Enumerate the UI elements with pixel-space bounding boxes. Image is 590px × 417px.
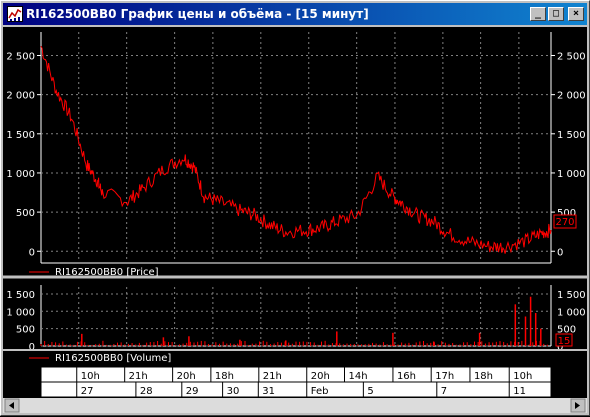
time-day-label: 11 [513,386,526,397]
time-hour-label: 20h [311,371,330,382]
time-day-label: 27 [81,386,94,397]
price-tick-label-left: 1 500 [6,130,35,141]
minimize-button[interactable]: _ [530,7,546,21]
chart-svg: 2 5002 0001 5001 0005000 2 5002 0001 500… [3,27,587,413]
volume-bars [40,296,548,346]
time-day-label: 31 [262,386,275,397]
time-hour-label: 18h [474,371,493,382]
time-day-label: 5 [367,386,373,397]
price-last-badge: 270 [553,214,577,229]
volume-tick-label-right: 1 000 [557,307,586,318]
time-day-label: 7 [441,386,447,397]
price-panel-bg [3,27,587,277]
price-tick-label-left: 0 [29,247,35,258]
time-hour-label: 17h [435,371,454,382]
price-tick-label-left: 1 000 [6,169,35,180]
price-tick-label-right: 0 [557,247,563,258]
time-hour-label: 16h [397,371,416,382]
price-legend-label: RI162500BB0 [Price] [55,267,159,278]
price-last-value: 270 [555,217,574,228]
time-day-label: 28 [140,386,153,397]
volume-tick-label-left: 1 000 [6,307,35,318]
volume-yticks-left: 1 500 1 000 500 0 [6,290,35,353]
volume-tick-label-left: 500 [16,325,35,336]
time-hour-label: 14h [348,371,367,382]
time-day-label: Feb [311,386,329,397]
chart-area: 2 500 2 000 1 500 1 000 500 0 2 500 2 000 1 500… [3,27,587,413]
time-hour-label: 21h [129,371,148,382]
time-day-label: 29 [186,386,199,397]
time-hour-label: 10h [81,371,100,382]
close-button[interactable]: × [568,7,584,21]
time-hour-label: 10h [513,371,532,382]
time-hour-label: 18h [215,371,234,382]
volume-last-value: 15 [558,336,571,347]
price-tick-label-left: 2 500 [6,51,35,62]
price-tick-label-right: 2 000 [557,91,586,102]
price-tick-label-right: 1 000 [557,169,586,180]
volume-tick-label-right: 1 500 [557,290,586,301]
horizontal-scrollbar[interactable] [3,398,587,413]
volume-legend-label: RI162500BB0 [Volume] [55,353,171,364]
volume-tick-label-left: 1 500 [6,290,35,301]
volume-grid [41,287,551,347]
price-tick-label-right: 1 500 [557,130,586,141]
price-tick-label-left: 500 [16,208,35,219]
price-tick-label-left: 2 000 [6,91,35,102]
maximize-button[interactable]: □ [548,7,564,21]
time-hour-label: 21h [263,371,282,382]
volume-panel[interactable]: 1 500 1 000 500 0 1 500 1 000 500 0 15 RI16250… [3,285,587,364]
title-bar[interactable]: RI162500BB0 График цены и объёма - [15 м… [3,3,587,25]
time-hour-label: 20h [177,371,196,382]
price-tick-label-right: 2 500 [557,51,586,62]
chart-window: RI162500BB0 График цены и объёма - [15 м… [0,0,590,416]
volume-tick-label-left: 0 [29,342,35,353]
time-axis[interactable]: 10h 21h 20h 18h 21h 20h 14h 16h 17h 18h 10h 27 28 29… [40,366,552,398]
window-title: RI162500BB0 График цены и объёма - [15 м… [26,7,369,21]
chart-app-icon [7,6,23,22]
volume-last-badge: 15 [555,333,573,347]
price-panel[interactable]: 2 500 2 000 1 500 1 000 500 0 2 500 2 000 1 500… [3,27,587,279]
time-day-label: 30 [227,386,240,397]
scrollbar-track[interactable] [3,398,587,413]
